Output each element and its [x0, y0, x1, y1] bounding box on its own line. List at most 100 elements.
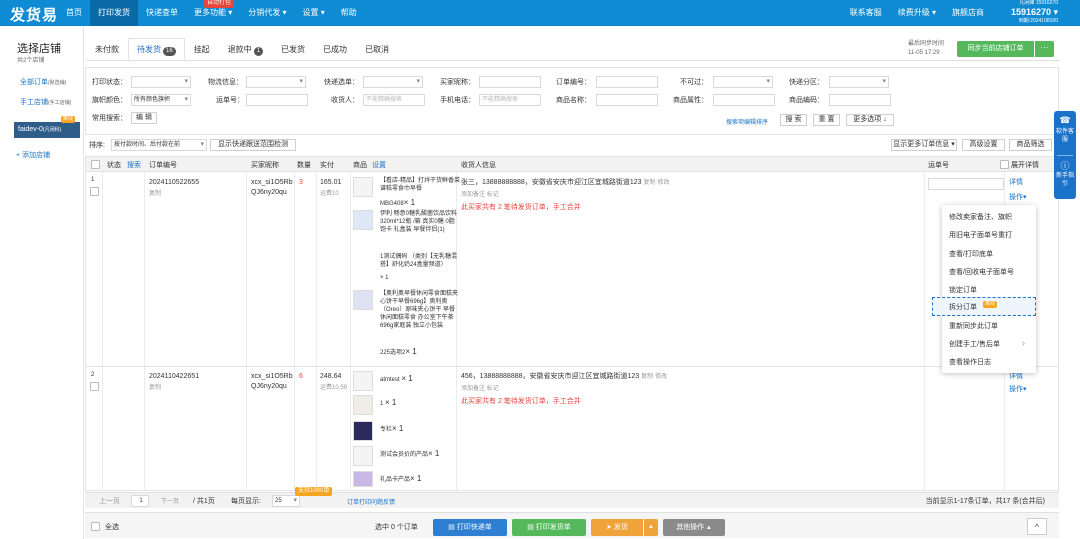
product-thumbnail[interactable]	[353, 177, 373, 197]
product-thumbnail[interactable]	[353, 395, 373, 415]
scroll-top-button[interactable]: ^	[1027, 518, 1047, 535]
edit-receiver-link[interactable]: 修改	[657, 180, 669, 186]
not-pass-select[interactable]	[713, 76, 773, 88]
nav-settings[interactable]: 设置 ▾	[295, 0, 333, 26]
col-product-settings-link[interactable]: 设置	[372, 160, 386, 170]
product-thumbnail[interactable]	[353, 446, 373, 466]
more-order-info-button[interactable]: 显示更多订单信息 ▾	[891, 139, 957, 151]
order-detail-link[interactable]: 详情	[1009, 372, 1023, 382]
tab-succeeded[interactable]: 已成功	[314, 38, 357, 60]
reset-button[interactable]: 重 置	[813, 114, 840, 126]
menu-item-resync-order[interactable]: 重新同步此订单	[949, 321, 998, 331]
logistics-select[interactable]	[246, 76, 306, 88]
select-all-checkbox[interactable]	[91, 522, 100, 531]
nav-flagship[interactable]: 旗舰店商	[944, 0, 992, 26]
nav-more-features[interactable]: 更多功能 ▾ 自动打包	[186, 0, 240, 26]
sync-orders-button[interactable]: 同步当前店铺订单	[957, 41, 1034, 57]
flag-link[interactable]: 标记	[487, 192, 499, 198]
expand-detail-checkbox[interactable]	[1000, 160, 1009, 169]
order-ops-link[interactable]: 操作▾	[1009, 193, 1027, 203]
nav-express-query[interactable]: 快递查单	[138, 0, 186, 26]
prev-page-button[interactable]: 上一页	[99, 496, 120, 506]
print-status-select[interactable]	[131, 76, 191, 88]
product-attr-input[interactable]	[713, 94, 775, 106]
sidebar-item-faidev[interactable]: faidev-0(凡闲科)	[14, 122, 80, 138]
menu-item-reprint-old-waybill[interactable]: 用旧电子面单号重打	[949, 230, 1012, 240]
float-support-button[interactable]: 软件客服	[1056, 128, 1074, 144]
product-filter-button[interactable]: 商品筛选	[1009, 139, 1052, 151]
page-number-input[interactable]: 1	[131, 495, 149, 507]
product-thumbnail[interactable]	[353, 421, 373, 441]
select-all-checkbox-header[interactable]	[91, 160, 100, 169]
menu-item-operation-log[interactable]: 查看操作日志	[949, 357, 991, 367]
user-account-menu[interactable]: 凡闲峰 15916270 15916270 ▾ 到期:2024108100	[998, 0, 1058, 25]
sidebar-item-manual-store[interactable]: 手工店铺(手工店铺)	[20, 97, 71, 107]
tab-refunding[interactable]: 退款中 1	[218, 38, 273, 60]
flag-link[interactable]: 标记	[487, 386, 499, 392]
product-name-input[interactable]	[596, 94, 658, 106]
product-code-input[interactable]	[829, 94, 891, 106]
float-guide-button[interactable]: 新手指引	[1056, 172, 1074, 188]
order-ops-link[interactable]: 操作▾	[1009, 385, 1027, 395]
row-checkbox[interactable]	[90, 382, 99, 391]
ship-button[interactable]: ➤ 发货	[591, 519, 643, 536]
nav-distribution[interactable]: 分销代发 ▾	[240, 0, 294, 26]
search-item-sort-link[interactable]: 搜索项编辑排序	[726, 117, 768, 126]
menu-item-recycle-waybill[interactable]: 查看/回收电子面单号	[949, 267, 1014, 277]
product-thumbnail[interactable]	[353, 210, 373, 230]
edit-common-search-button[interactable]: 编 辑	[131, 112, 157, 124]
order-detail-link[interactable]: 详情	[1009, 178, 1023, 188]
copy-order-link[interactable]: 复制	[149, 189, 161, 199]
add-store-link[interactable]: + 添加店铺	[16, 150, 50, 160]
quick-range-check-button[interactable]: 显示快递跟送范围检测	[210, 139, 296, 151]
search-button[interactable]: 搜 索	[780, 114, 807, 126]
phone-input[interactable]: 不能精确搜索	[479, 94, 541, 106]
sidebar-item-all-orders[interactable]: 全部订单(默选铺)	[20, 77, 66, 87]
menu-item-split-order[interactable]: 拆分订单 离线	[932, 297, 1036, 316]
waybill-input[interactable]	[928, 178, 1004, 190]
advanced-settings-button[interactable]: 高级设置	[962, 139, 1005, 151]
nav-print-ship[interactable]: 打印发货	[90, 0, 138, 26]
row-checkbox[interactable]	[90, 187, 99, 196]
other-ops-button[interactable]: 其他操作 ▲	[663, 519, 725, 536]
tab-unpaid[interactable]: 未付款	[86, 38, 128, 60]
print-express-button[interactable]: ▤ 打印快递单	[433, 519, 507, 536]
tab-suspended[interactable]: 挂起	[184, 38, 219, 60]
print-ship-button[interactable]: ▤ 打印发货单	[512, 519, 586, 536]
menu-item-lock-order[interactable]: 锁定订单	[949, 285, 977, 295]
col-search-link[interactable]: 搜索	[127, 160, 141, 170]
add-note-link[interactable]: 添加备注	[461, 386, 485, 392]
menu-item-view-print-bottom[interactable]: 查看/打印底单	[949, 249, 993, 259]
merge-warning[interactable]: 此买家共有 2 笔待发货订单，手工合并	[461, 397, 581, 407]
flag-color-select[interactable]: 所有颜色旗帜	[131, 94, 191, 106]
menu-item-create-manual[interactable]: 创建手工/售后单	[949, 339, 1000, 349]
copy-order-link[interactable]: 复制	[149, 383, 161, 393]
sort-select[interactable]: 按付款时间、后付款在前	[111, 139, 207, 151]
copy-receiver-link[interactable]: 复制	[643, 180, 655, 186]
tab-pending-ship[interactable]: 待发货 16	[128, 38, 185, 60]
print-feedback-link[interactable]: 订单打印问题反馈	[347, 497, 395, 506]
tab-cancelled[interactable]: 已取消	[356, 38, 399, 60]
menu-item-edit-note[interactable]: 修改卖家备注、旗帜	[949, 212, 1012, 222]
ship-more-button[interactable]: ▲	[644, 519, 658, 536]
waybill-no-input[interactable]	[246, 94, 308, 106]
product-thumbnail[interactable]	[353, 371, 373, 391]
nav-renew-upgrade[interactable]: 续费升级 ▾	[890, 0, 944, 26]
edit-receiver-link[interactable]: 修改	[655, 374, 667, 380]
sync-more-button[interactable]: ···	[1035, 41, 1054, 57]
receiver-input[interactable]: 不能精确搜索	[363, 94, 425, 106]
per-page-select[interactable]: 25	[272, 495, 300, 507]
tab-shipped[interactable]: 已发货	[272, 38, 315, 60]
next-page-button[interactable]: 下一页	[161, 496, 179, 505]
copy-receiver-link[interactable]: 复制	[641, 374, 653, 380]
nav-home[interactable]: 首页	[58, 0, 90, 26]
nav-help[interactable]: 帮助	[333, 0, 365, 26]
express-select-dropdown[interactable]	[363, 76, 423, 88]
add-note-link[interactable]: 添加备注	[461, 192, 485, 198]
nav-contact-support[interactable]: 联系客服	[842, 0, 890, 26]
express-zone-select[interactable]	[829, 76, 889, 88]
buyer-name-input[interactable]	[479, 76, 541, 88]
order-no-input[interactable]	[596, 76, 658, 88]
more-options-button[interactable]: 更多选项 ↓	[846, 114, 894, 126]
product-thumbnail[interactable]	[353, 471, 373, 487]
